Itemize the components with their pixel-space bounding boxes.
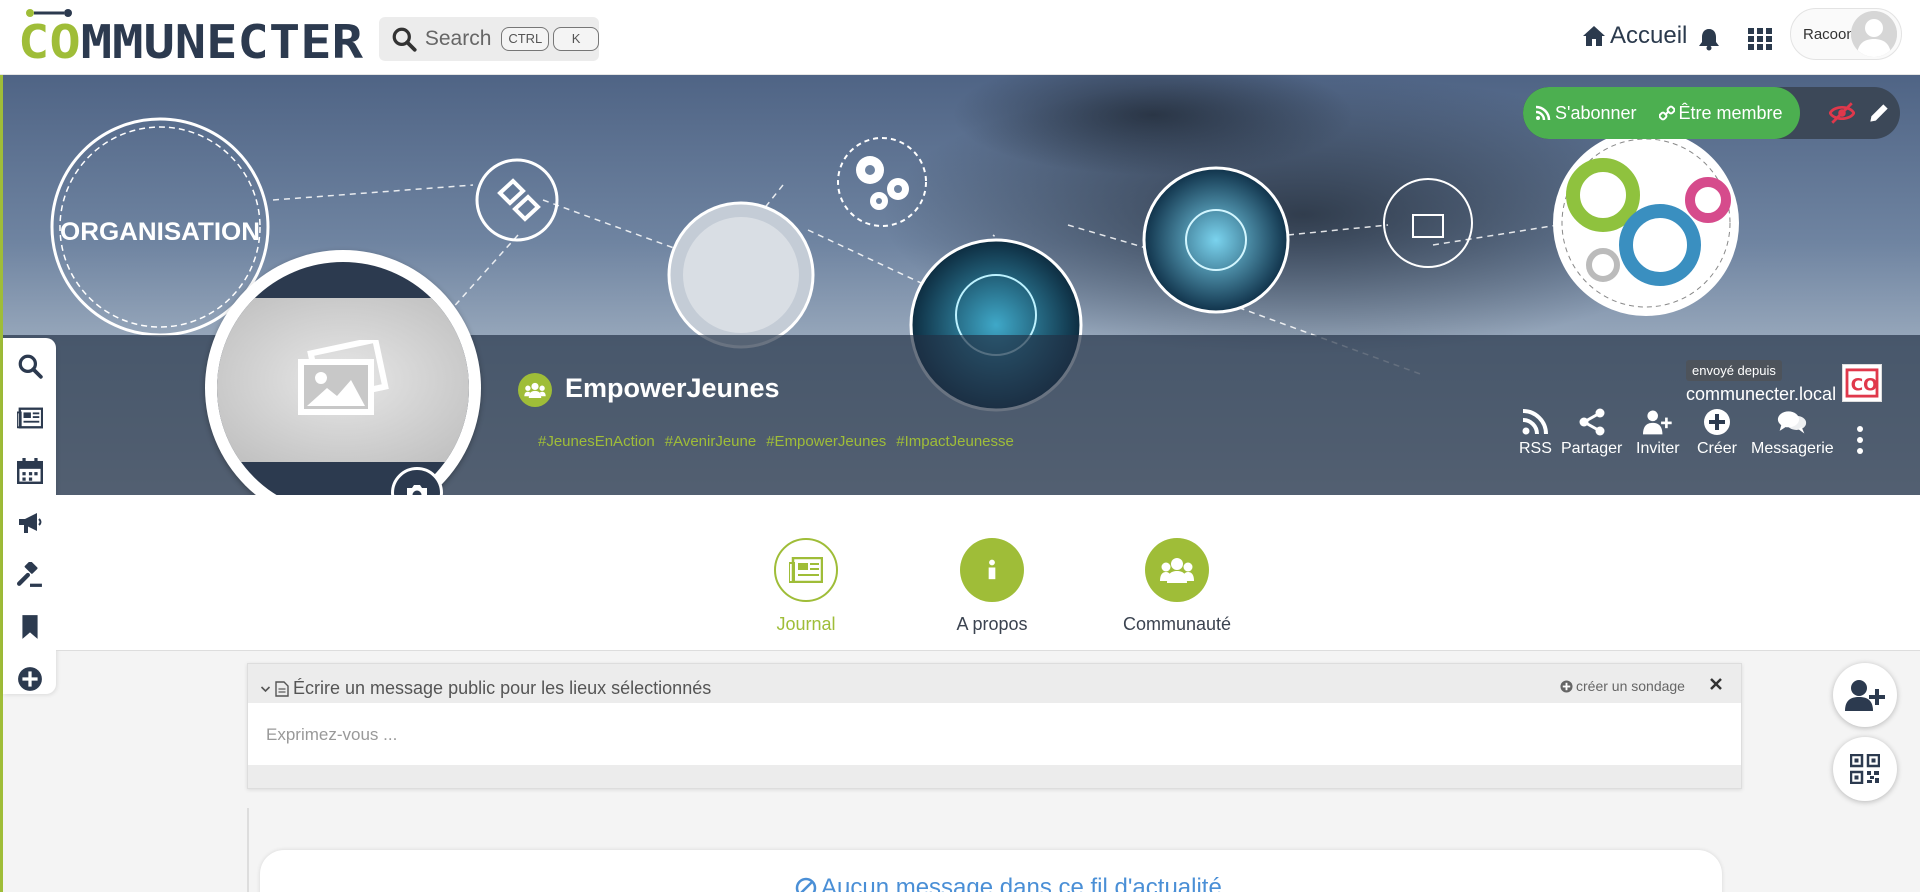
search-icon <box>392 27 417 52</box>
search-label: Search <box>424 27 492 50</box>
tag-list: #JeunesEnAction #AvenirJeune #EmpowerJeu… <box>538 433 1014 450</box>
share-button[interactable]: Partager <box>1561 408 1622 458</box>
message-input[interactable]: Exprimez-vous ... <box>248 703 1741 765</box>
tab-label: A propos <box>956 614 1028 634</box>
logo-text: CO MMUNECTER <box>18 15 363 66</box>
tag-link[interactable]: #ImpactJeunesse <box>896 433 1014 450</box>
rss-icon <box>1522 409 1549 435</box>
plus-circle-icon <box>1704 409 1730 435</box>
image-placeholder-icon <box>298 340 389 415</box>
newspaper-icon <box>17 407 43 429</box>
composer-title: Écrire un message public pour les lieux … <box>293 678 712 698</box>
user-plus-icon <box>1642 410 1672 435</box>
sidebar-item-decisions[interactable] <box>15 560 45 590</box>
left-sidebar <box>3 338 56 694</box>
more-options-icon[interactable] <box>1853 424 1867 456</box>
plus-circle-icon <box>1560 679 1573 693</box>
sidebar-item-news[interactable] <box>15 403 45 433</box>
share-icon <box>1579 408 1605 436</box>
invite-button[interactable]: Inviter <box>1636 408 1680 458</box>
organization-name: EmpowerJeunes <box>565 373 780 403</box>
eye-slash-icon[interactable] <box>1829 100 1855 126</box>
svg-text:CO: CO <box>1851 375 1878 395</box>
qr-code-button[interactable] <box>1833 737 1897 801</box>
comments-icon <box>1778 411 1807 434</box>
tag-link[interactable]: #EmpowerJeunes <box>766 433 886 450</box>
organization-type-icon <box>518 373 552 407</box>
tag-link[interactable]: #AvenirJeune <box>665 433 756 450</box>
create-button[interactable]: Créer <box>1697 408 1737 458</box>
profile-tabs: Journal A propos Communauté <box>56 495 1920 651</box>
tab-label: Journal <box>776 614 836 634</box>
sidebar-item-search[interactable] <box>15 351 45 381</box>
gavel-icon <box>17 562 42 587</box>
kbd-k: K <box>553 27 599 51</box>
user-plus-icon <box>1845 680 1885 711</box>
tab-journal[interactable]: Journal <box>736 538 876 635</box>
create-poll-button[interactable]: créer un sondage <box>1560 678 1685 694</box>
ban-icon <box>795 877 817 892</box>
rss-button[interactable]: RSS <box>1519 408 1552 458</box>
sent-from-label: envoyé depuis <box>1686 360 1782 381</box>
plus-circle-icon <box>18 667 42 691</box>
info-icon <box>988 559 996 580</box>
user-menu[interactable]: Racoon <box>1790 8 1902 60</box>
add-contact-button[interactable] <box>1833 663 1897 727</box>
image-placeholder <box>217 298 469 462</box>
close-composer-button[interactable] <box>1710 674 1722 695</box>
tag-link[interactable]: #JeunesEnAction <box>538 433 655 450</box>
composer-header[interactable]: Écrire un message public pour les lieux … <box>260 678 711 699</box>
home-icon <box>1583 26 1605 46</box>
newspaper-icon <box>789 557 823 583</box>
kbd-ctrl: CTRL <box>501 27 550 51</box>
users-icon <box>1160 558 1194 583</box>
pencil-icon[interactable] <box>1866 100 1892 126</box>
search-bar[interactable]: Search CTRL K <box>379 17 599 61</box>
link-icon <box>1658 105 1675 121</box>
avatar <box>1851 11 1897 57</box>
timeline-line <box>247 808 249 892</box>
become-member-button[interactable]: Être membre <box>1637 103 1783 124</box>
chevron-down-icon <box>260 685 271 692</box>
file-text-icon <box>275 680 289 697</box>
communecter-logo[interactable]: CO MMUNECTER <box>18 6 368 66</box>
membership-toolbar: S'abonner Être membre <box>1523 87 1900 139</box>
bookmark-icon <box>22 615 38 639</box>
subscribe-button[interactable]: S'abonner <box>1523 103 1637 124</box>
close-icon <box>1710 678 1722 690</box>
bell-icon[interactable] <box>1697 27 1721 51</box>
co-logo: CO <box>1842 364 1882 402</box>
user-name: Racoon <box>1803 25 1855 43</box>
bullhorn-icon <box>19 513 42 533</box>
tab-label: Communauté <box>1122 614 1232 634</box>
empty-feed-message: Aucun message dans ce fil d'actualité <box>795 874 1222 892</box>
sent-from-host: communecter.local <box>1686 384 1837 404</box>
users-icon <box>524 382 546 398</box>
messaging-button[interactable]: Messagerie <box>1751 408 1834 458</box>
sidebar-item-bookmarks[interactable] <box>15 612 45 642</box>
tab-community[interactable]: Communauté <box>1107 538 1247 635</box>
calendar-icon <box>17 458 43 484</box>
tab-about[interactable]: A propos <box>922 538 1062 635</box>
qr-code-icon <box>1850 754 1880 784</box>
post-composer: Écrire un message public pour les lieux … <box>247 663 1742 789</box>
apps-grid-icon[interactable] <box>1748 28 1772 50</box>
organisation-badge-text: ORGANISATION <box>60 218 260 246</box>
top-navbar: CO MMUNECTER Search CTRL K Accueil Racoon <box>0 0 1920 75</box>
sidebar-item-events[interactable] <box>15 456 45 486</box>
home-link[interactable]: Accueil <box>1582 22 1687 50</box>
sidebar-item-announcements[interactable] <box>15 508 45 538</box>
search-icon <box>18 354 43 379</box>
sidebar-item-add[interactable] <box>15 664 45 694</box>
home-label: Accueil <box>1610 22 1688 49</box>
rss-icon <box>1535 105 1551 121</box>
